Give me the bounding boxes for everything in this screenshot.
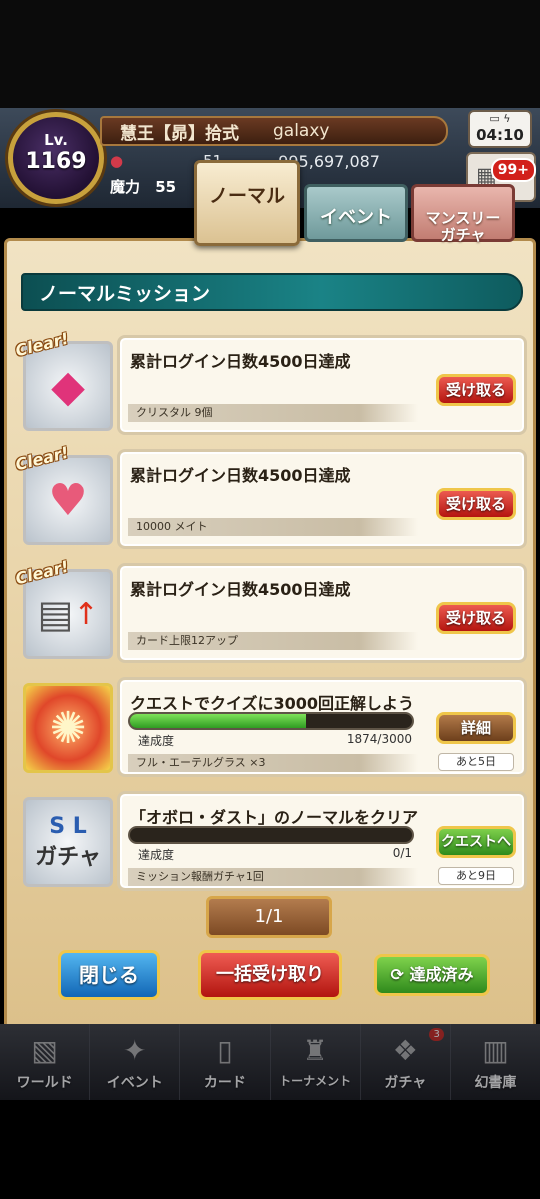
mission-reward: フル・エーテルグラス ×3 [128,754,418,772]
mission-title: 累計ログイン日数4500日達成 [130,466,351,485]
nav-label: トーナメント [279,1074,352,1088]
nav-label: 幻書庫 [474,1075,517,1091]
claim-button[interactable]: 受け取る [436,374,516,406]
progress-bar [128,826,414,844]
mission-title: 累計ログイン日数4500日達成 [130,352,351,371]
mission-item: ✺ クエストでクイズに3000回正解しよう 達成度 1874/3000 詳細 あ… [21,677,527,777]
nav-label: カード [203,1075,246,1091]
days-left: あと5日 [438,753,514,771]
progress-label: 達成度 [138,848,175,862]
nav-world[interactable]: ▧ ワールド [0,1024,91,1100]
nav-label: ガチャ [384,1075,427,1091]
library-icon: ▥ [482,1034,509,1067]
progress-count: 1874/3000 [346,732,412,746]
progress-count: 0/1 [392,846,412,860]
mission-title: 「オボロ・ダスト」のノーマルをクリア [130,808,419,827]
clock-time: 04:10 [476,126,524,144]
progress-label: 達成度 [138,734,175,748]
mission-card: クエストでクイズに3000回正解しよう 達成度 1874/3000 詳細 あと5… [117,677,527,777]
nav-badge: 3 [429,1028,444,1041]
nav-event[interactable]: ✦ イベント [90,1024,181,1100]
mission-item: S L ガチャ 「オボロ・ダスト」のノーマルをクリア 達成度 0/1 クエストへ … [21,791,527,891]
tab-monthly-gacha[interactable]: マンスリー ガチャ [411,184,515,244]
clock-widget: ▭ ϟ 04:10 [468,110,532,148]
battery-icon: ▭ ϟ [489,112,511,125]
completed-label: 達成済み [409,965,474,984]
map-icon: ▧ [31,1034,58,1067]
notice-badge: 99+ [490,158,536,182]
player-title: 慧王【昴】拾式 [120,123,239,144]
ruby-icon: ● [110,152,124,170]
nav-gacha[interactable]: ❖ 3 ガチャ [361,1024,451,1100]
ether-glass-icon: ✺ [23,683,113,773]
page-indicator[interactable]: 1/1 [206,896,332,938]
close-button[interactable]: 閉じる [58,950,160,1000]
progress-bar [128,712,414,730]
mission-card: 累計ログイン日数4500日達成 受け取る クリスタル 9個 [117,335,527,435]
mission-item: ◆ Clear! 累計ログイン日数4500日達成 受け取る クリスタル 9個 [14,329,527,435]
gacha-ticket-icon: S L ガチャ [23,797,113,887]
system-nav-area [0,1100,540,1199]
detail-button[interactable]: 詳細 [436,712,516,744]
trophy-icon: ♜ [302,1034,328,1067]
magic-label: 魔力 [110,178,141,196]
progress-fill [130,714,307,728]
nav-card[interactable]: ▯ カード [180,1024,271,1100]
mission-reward: ミッション報酬ガチャ1回 [128,868,418,886]
bottom-nav: ▧ ワールド ✦ イベント ▯ カード ♜ トーナメント ❖ 3 ガチャ ▥ 幻… [0,1024,540,1100]
nav-label: イベント [106,1075,163,1091]
card-icon: ▯ [217,1034,233,1067]
tab-event[interactable]: イベント [304,184,408,242]
tab-monthly-gacha-label: マンスリー ガチャ [425,209,501,244]
mission-title: 累計ログイン日数4500日達成 [130,580,351,599]
mission-item: ♥ Clear! 累計ログイン日数4500日達成 受け取る 10000 メイト [14,443,527,549]
event-icon: ✦ [123,1034,147,1067]
mission-card: 「オボロ・ダスト」のノーマルをクリア 達成度 0/1 クエストへ あと9日 ミッ… [117,791,527,891]
mission-reward: カード上限12アップ [128,632,418,650]
player-name: galaxy [273,121,330,141]
go-to-quest-button[interactable]: クエストへ [436,826,516,858]
mission-reward: 10000 メイト [128,518,418,536]
panel-title: ノーマルミッション [21,273,523,311]
mission-reward: クリスタル 9個 [128,404,418,422]
mission-item: ▤ ↑ Clear! 累計ログイン日数4500日達成 受け取る カード上限12アッ… [14,557,527,663]
level-value: 1169 [25,149,87,174]
mission-title: クエストでクイズに3000回正解しよう [130,694,415,713]
completed-button[interactable]: ⟳ 達成済み [374,954,490,996]
status-bar [0,0,540,108]
mission-card: 累計ログイン日数4500日達成 受け取る カード上限12アップ [117,563,527,663]
nav-tournament[interactable]: ♜ トーナメント [271,1024,361,1100]
magic-value: 55 [155,178,177,196]
claim-all-button[interactable]: 一括受け取り [198,950,342,1000]
refresh-icon: ⟳ [390,965,410,984]
level-badge[interactable]: Lv. 1169 [8,112,104,204]
level-label: Lv. [44,131,68,149]
nav-library[interactable]: ▥ 幻書庫 [451,1024,540,1100]
days-left: あと9日 [438,867,514,885]
mission-card: 累計ログイン日数4500日達成 受け取る 10000 メイト [117,449,527,549]
claim-button[interactable]: 受け取る [436,602,516,634]
tab-normal[interactable]: ノーマル [194,160,300,246]
player-name-plate[interactable]: 慧王【昴】拾式 galaxy [100,116,448,146]
nav-label: ワールド [16,1075,73,1091]
claim-button[interactable]: 受け取る [436,488,516,520]
